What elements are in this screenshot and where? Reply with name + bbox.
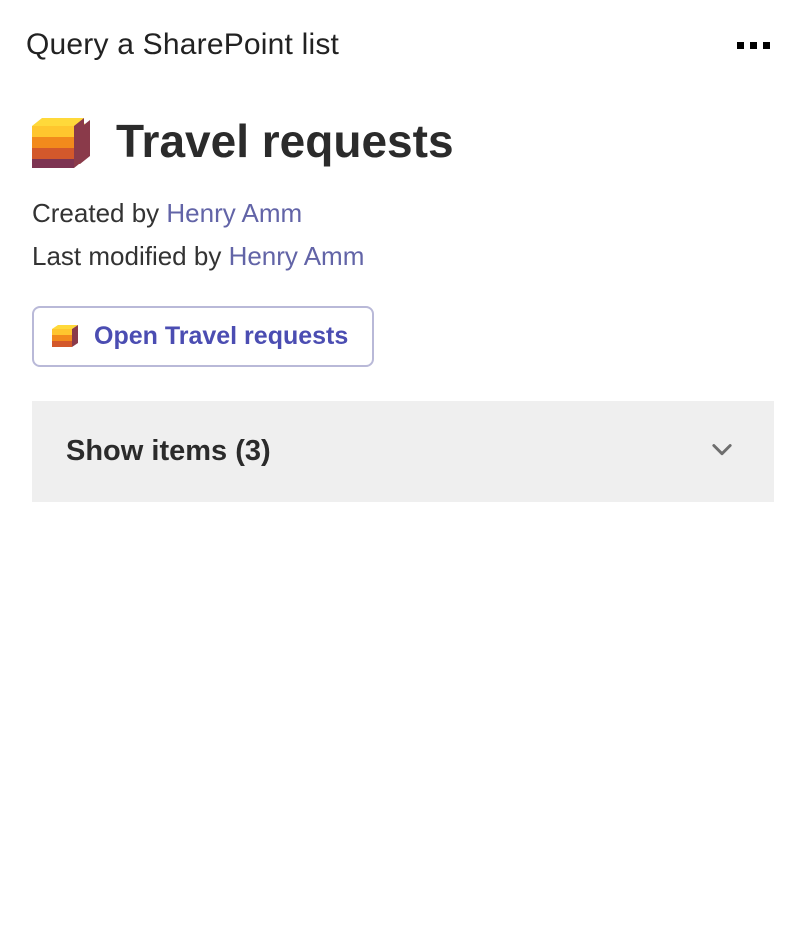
more-options-button[interactable]: [731, 36, 776, 55]
open-list-label: Open Travel requests: [94, 322, 348, 351]
chevron-down-icon: [708, 435, 736, 468]
sharepoint-list-icon: [32, 112, 90, 170]
show-items-expander[interactable]: Show items (3): [32, 401, 774, 502]
page-title: Query a SharePoint list: [26, 28, 339, 62]
modified-by-row: Last modified by Henry Amm: [32, 241, 774, 272]
dot-icon: [763, 42, 770, 49]
sharepoint-list-icon: [52, 323, 80, 351]
modified-by-link[interactable]: Henry Amm: [229, 241, 365, 271]
created-by-link[interactable]: Henry Amm: [166, 198, 302, 228]
list-title: Travel requests: [116, 118, 454, 164]
open-list-button[interactable]: Open Travel requests: [32, 306, 374, 367]
modified-by-label: Last modified by: [32, 241, 229, 271]
dot-icon: [737, 42, 744, 49]
show-items-label: Show items (3): [66, 435, 271, 468]
created-by-label: Created by: [32, 198, 166, 228]
dot-icon: [750, 42, 757, 49]
created-by-row: Created by Henry Amm: [32, 198, 774, 229]
